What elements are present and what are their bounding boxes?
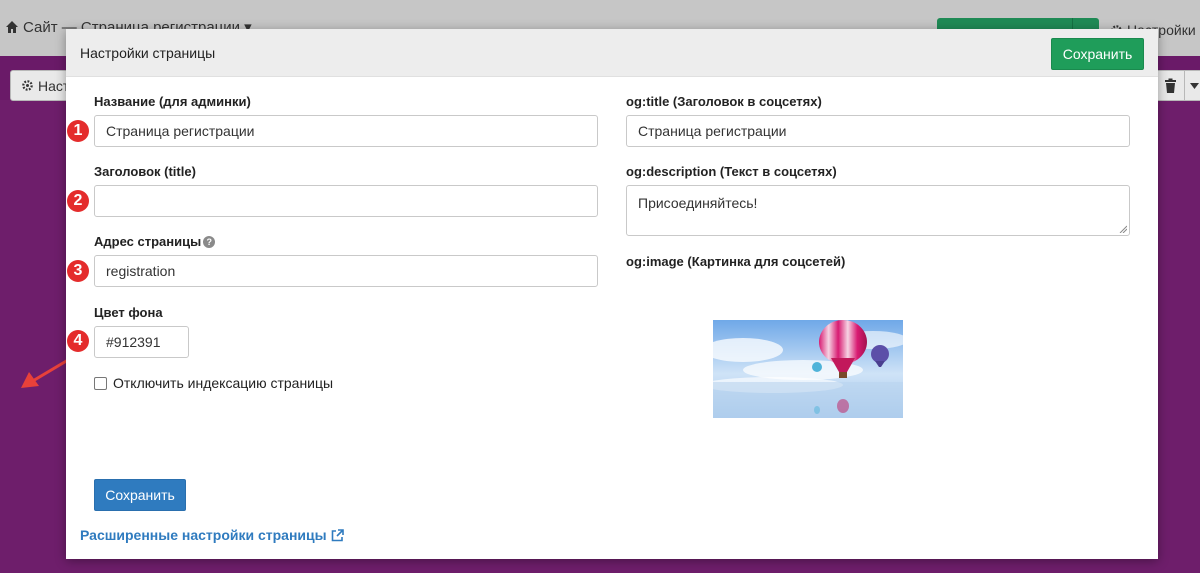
gear-icon (22, 80, 33, 91)
save-button-bottom[interactable]: Сохранить (94, 479, 186, 511)
og-title-input-value: Страница регистрации (638, 123, 787, 139)
name-input[interactable]: Страница регистрации (94, 115, 598, 147)
color-input-value: #912391 (106, 334, 161, 350)
name-input-value: Страница регистрации (106, 123, 255, 139)
chevron-down-icon (1190, 82, 1199, 89)
delete-button[interactable] (1155, 70, 1185, 101)
page-settings-modal: Настройки страницы Сохранить Название (д… (66, 29, 1158, 559)
name-label: Название (для админки) (94, 94, 251, 109)
annotation-number-3: 3 (67, 260, 89, 282)
noindex-label: Отключить индексацию страницы (113, 375, 334, 391)
trash-icon (1164, 78, 1176, 93)
resize-handle-icon[interactable] (1119, 225, 1127, 233)
title-input[interactable] (94, 185, 598, 217)
annotation-number-4: 4 (67, 330, 89, 352)
og-title-label: og:title (Заголовок в соцсетях) (626, 94, 822, 109)
annotation-number-2: 2 (67, 190, 89, 212)
og-image-preview[interactable] (713, 320, 903, 418)
og-description-textarea[interactable]: Присоединяйтесь! (626, 185, 1130, 236)
question-icon[interactable]: ? (203, 236, 216, 248)
page-settings-label: Наст (38, 77, 70, 94)
modal-header: Настройки страницы Сохранить (66, 29, 1158, 77)
og-description-label: og:description (Текст в соцсетях) (626, 164, 837, 179)
noindex-option[interactable]: Отключить индексацию страницы (94, 375, 333, 391)
address-label: Адрес страницы? (94, 234, 216, 249)
color-input[interactable]: #912391 (94, 326, 189, 358)
og-title-input[interactable]: Страница регистрации (626, 115, 1130, 147)
more-dropdown-button[interactable] (1185, 70, 1200, 101)
advanced-settings-link[interactable]: Расширенные настройки страницы (80, 527, 344, 543)
home-icon (6, 21, 18, 33)
external-link-icon (331, 528, 344, 541)
address-input[interactable]: registration (94, 255, 598, 287)
address-label-text: Адрес страницы (94, 234, 202, 249)
noindex-checkbox[interactable] (94, 376, 107, 390)
annotation-number-1: 1 (67, 120, 89, 142)
title-label: Заголовок (title) (94, 164, 196, 179)
og-description-value: Присоединяйтесь! (638, 195, 758, 211)
address-input-value: registration (106, 263, 176, 279)
color-label: Цвет фона (94, 305, 163, 320)
og-image-label: og:image (Картинка для соцсетей) (626, 254, 846, 269)
advanced-settings-text: Расширенные настройки страницы (80, 527, 327, 543)
modal-title: Настройки страницы (80, 45, 216, 61)
save-button-top[interactable]: Сохранить (1051, 38, 1144, 70)
